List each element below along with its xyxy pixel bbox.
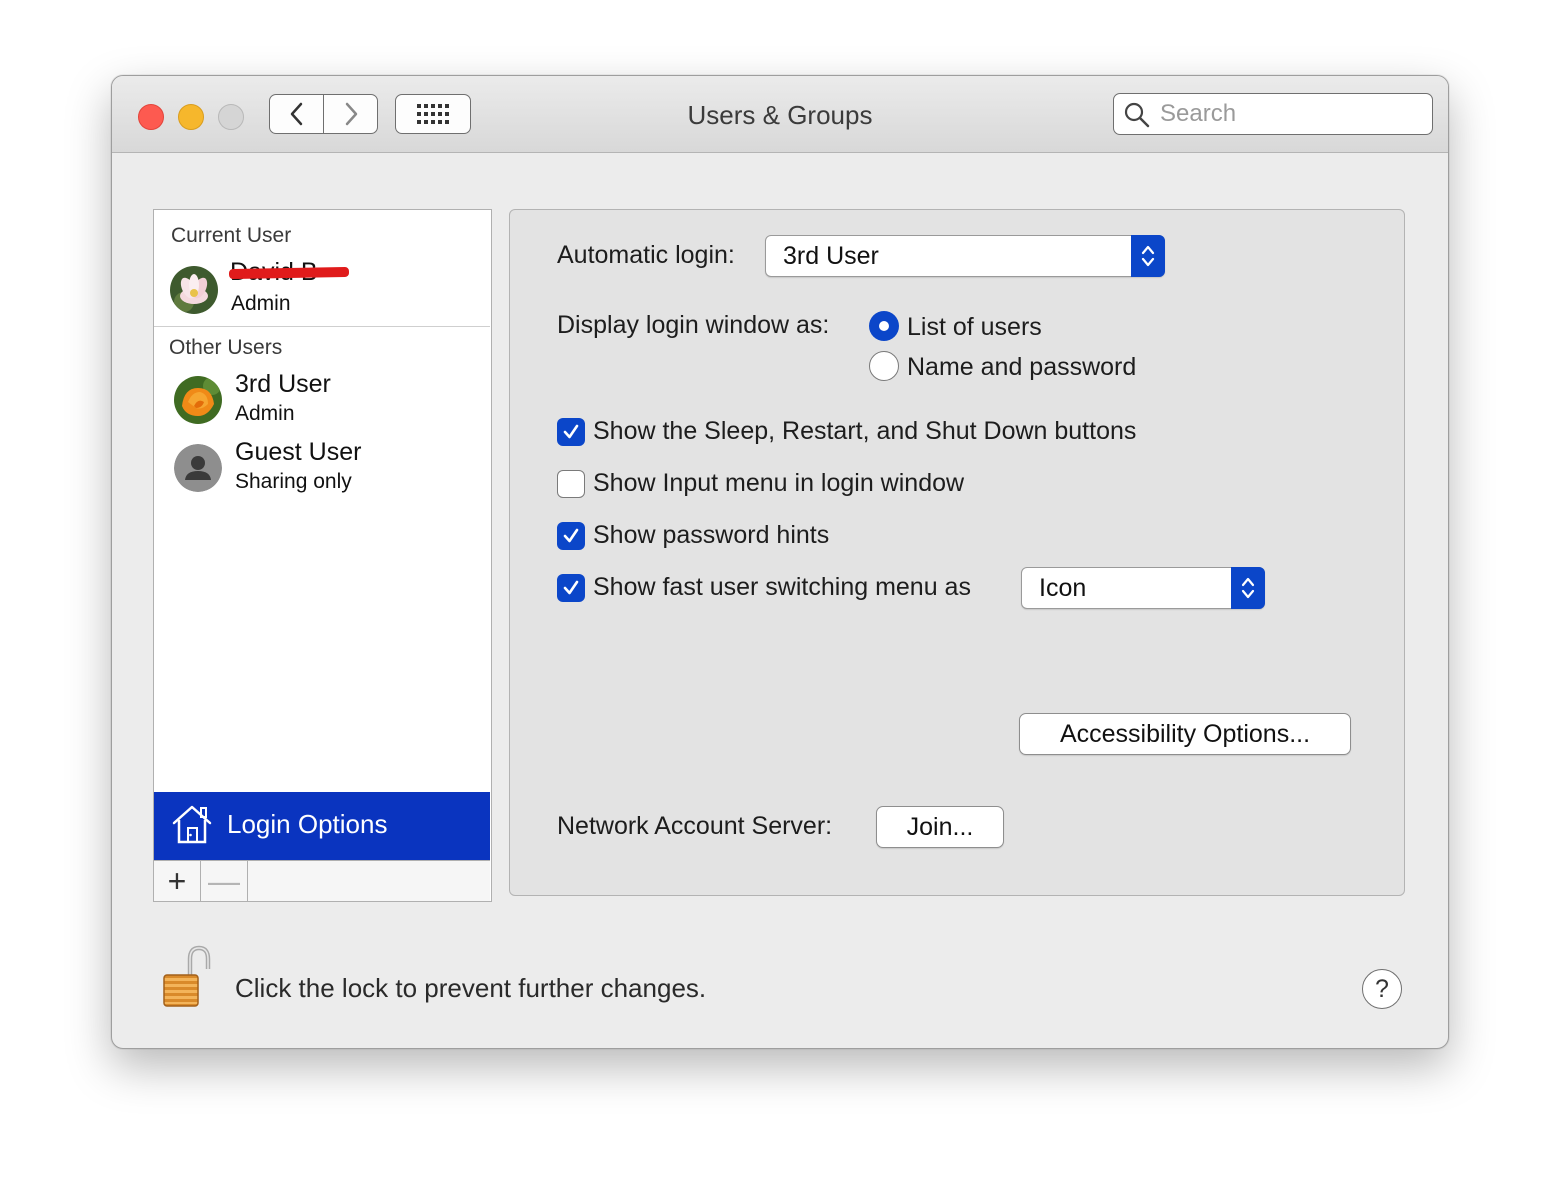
- checkmark-icon: [563, 580, 579, 595]
- popup-stepper-icon: [1131, 235, 1165, 277]
- checkbox-checked[interactable]: [557, 574, 585, 602]
- user-name: Guest User: [235, 438, 362, 466]
- checkbox-label: Show fast user switching menu as: [593, 573, 971, 601]
- checkbox-label: Show password hints: [593, 521, 830, 549]
- user-name: 3rd User: [235, 370, 331, 398]
- other-users-heading: Other Users: [169, 336, 283, 359]
- add-user-button[interactable]: +: [154, 861, 201, 901]
- remove-user-button[interactable]: —: [201, 861, 248, 901]
- accessibility-options-button[interactable]: Accessibility Options...: [1019, 713, 1351, 755]
- fast-switch-value: Icon: [1039, 574, 1087, 602]
- checkmark-icon: [563, 424, 579, 439]
- radio-button[interactable]: [869, 351, 899, 381]
- display-login-label: Display login window as:: [557, 311, 830, 339]
- radio-label: List of users: [907, 313, 1042, 341]
- radio-label: Name and password: [907, 353, 1137, 381]
- sidebar-toolbar: + —: [154, 860, 490, 901]
- house-icon: [172, 805, 212, 844]
- search-icon: [1124, 102, 1150, 128]
- user-role: Sharing only: [235, 470, 352, 493]
- titlebar: Users & Groups: [112, 76, 1448, 153]
- fast-switch-popup[interactable]: Icon: [1021, 567, 1265, 609]
- users-groups-window: Users & Groups Current User: [111, 75, 1449, 1049]
- sidebar-divider: [154, 326, 490, 327]
- person-silhouette-icon: [174, 444, 222, 492]
- lotus-avatar: [170, 266, 218, 314]
- search-input[interactable]: [1158, 99, 1422, 129]
- search-field[interactable]: [1113, 93, 1433, 135]
- login-options-label: Login Options: [227, 809, 388, 839]
- lock-status-text: Click the lock to prevent further change…: [235, 973, 707, 1003]
- automatic-login-popup[interactable]: 3rd User: [765, 235, 1165, 277]
- radio-button-selected[interactable]: [869, 311, 899, 341]
- checkmark-icon: [563, 528, 579, 543]
- help-button[interactable]: ?: [1362, 969, 1402, 1009]
- checkbox-label: Show the Sleep, Restart, and Shut Down b…: [593, 417, 1137, 445]
- checkbox-checked[interactable]: [557, 418, 585, 446]
- login-options-item[interactable]: Login Options: [154, 792, 490, 860]
- popup-stepper-icon: [1231, 567, 1265, 609]
- checkbox-label: Show Input menu in login window: [593, 469, 965, 497]
- checkbox-checked[interactable]: [557, 522, 585, 550]
- automatic-login-label: Automatic login:: [557, 241, 735, 269]
- unlocked-padlock-icon: [163, 945, 211, 1007]
- join-button[interactable]: Join...: [876, 806, 1004, 848]
- current-user-heading: Current User: [171, 224, 292, 247]
- network-account-label: Network Account Server:: [557, 812, 833, 840]
- redaction-mark: [228, 266, 350, 280]
- lock-button[interactable]: [160, 945, 212, 1014]
- automatic-login-value: 3rd User: [783, 242, 879, 270]
- poppy-avatar: [174, 376, 222, 424]
- current-user-role: Admin: [231, 292, 291, 315]
- login-options-panel: Automatic login: 3rd User Display login …: [509, 209, 1405, 896]
- checkbox-unchecked[interactable]: [557, 470, 585, 498]
- users-sidebar: Current User David B Admin Other Users: [153, 209, 492, 902]
- user-role: Admin: [235, 402, 295, 425]
